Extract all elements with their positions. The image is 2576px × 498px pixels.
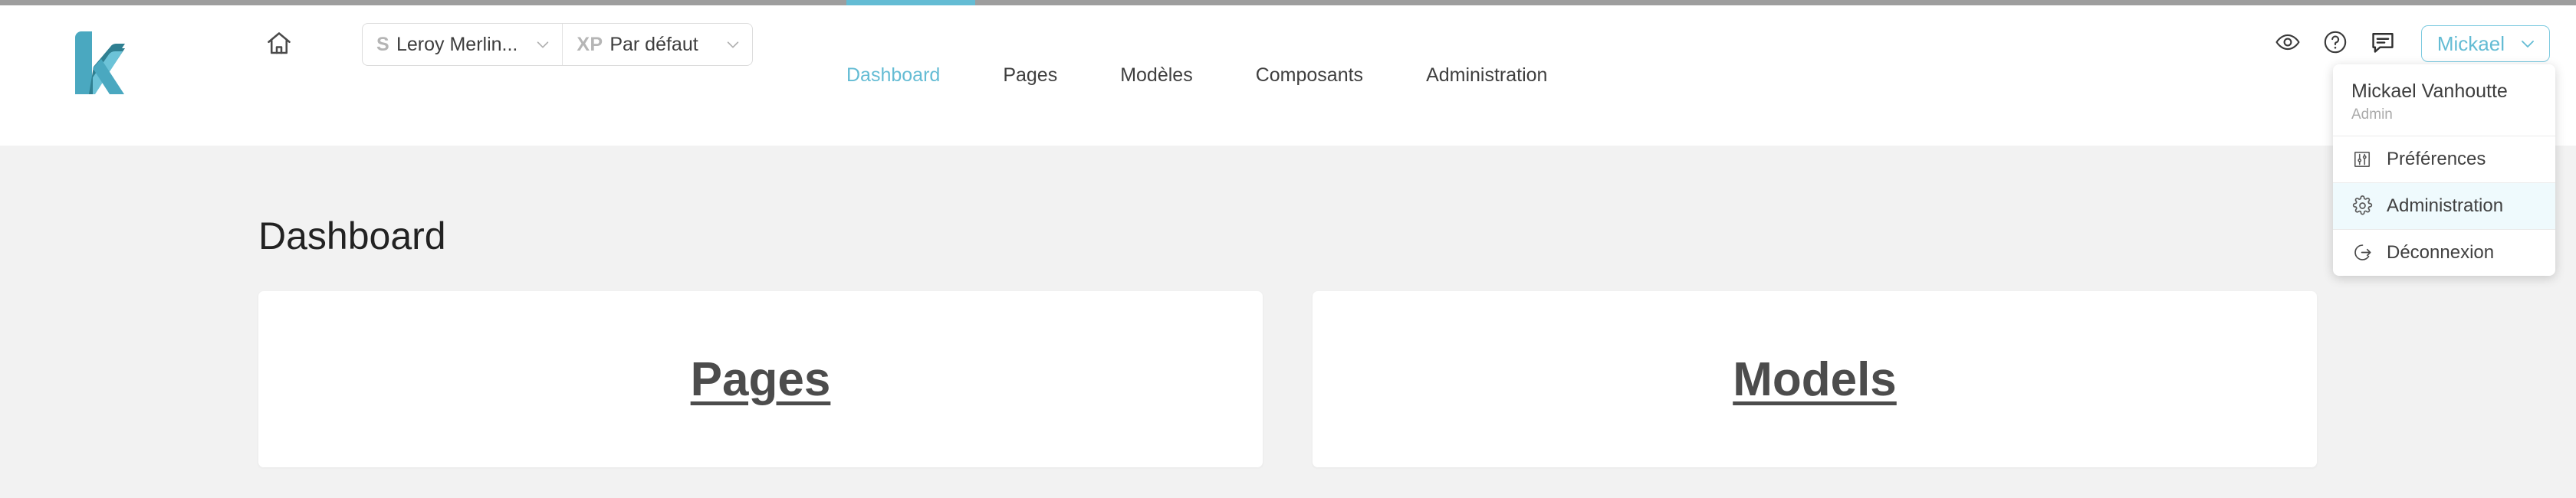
user-menu-header: Mickael Vanhoutte Admin <box>2333 64 2555 136</box>
experience-selector-label: Par défaut <box>610 33 698 55</box>
site-selector[interactable]: S Leroy Merlin... <box>363 24 562 65</box>
user-menu-button-label: Mickael <box>2436 31 2505 55</box>
main-content: Dashboard Pages Models <box>0 146 2576 498</box>
card-models-link[interactable]: Models <box>1733 352 1897 407</box>
user-role: Admin <box>2351 106 2393 123</box>
help-circle-icon <box>2322 29 2348 59</box>
logout-icon <box>2351 242 2373 264</box>
active-tab-indicator <box>846 0 975 5</box>
chevron-down-icon <box>534 36 551 53</box>
preview-button[interactable] <box>2268 24 2308 64</box>
card-models[interactable]: Models <box>1313 291 2317 467</box>
header-actions: Mickael <box>2268 22 2550 65</box>
home-button[interactable] <box>261 27 297 64</box>
sliders-icon <box>2351 149 2373 170</box>
card-pages[interactable]: Pages <box>258 291 1263 467</box>
site-selector-label: Leroy Merlin... <box>396 33 518 55</box>
page-title: Dashboard <box>258 215 446 257</box>
user-menu-dropdown: Mickael Vanhoutte Admin Préférences Admi… <box>2333 64 2555 276</box>
experience-selector-badge: XP <box>577 33 603 55</box>
comment-icon <box>2370 29 2396 59</box>
nav-item-dashboard[interactable]: Dashboard <box>846 64 940 87</box>
app-logo[interactable] <box>67 30 126 94</box>
site-selector-badge: S <box>376 33 389 55</box>
menu-item-label: Préférences <box>2387 148 2486 169</box>
comments-button[interactable] <box>2363 24 2403 64</box>
context-selectors: S Leroy Merlin... XP Par défaut <box>362 23 753 66</box>
menu-item-logout[interactable]: Déconnexion <box>2333 230 2555 276</box>
nav-item-modeles[interactable]: Modèles <box>1120 64 1193 87</box>
nav-item-administration[interactable]: Administration <box>1426 64 1547 87</box>
card-pages-link[interactable]: Pages <box>691 352 831 407</box>
main-navigation: Dashboard Pages Modèles Composants Admin… <box>846 5 1610 146</box>
dashboard-cards: Pages Models <box>258 291 2317 467</box>
browser-top-strip <box>0 0 2576 5</box>
home-icon <box>265 30 293 61</box>
nav-item-pages[interactable]: Pages <box>1003 64 1057 87</box>
help-button[interactable] <box>2315 24 2355 64</box>
chevron-down-icon <box>724 36 741 53</box>
menu-item-administration[interactable]: Administration <box>2333 182 2555 229</box>
gear-icon <box>2351 195 2373 217</box>
eye-icon <box>2275 29 2301 59</box>
chevron-down-icon <box>2518 34 2537 53</box>
menu-item-label: Déconnexion <box>2387 241 2495 263</box>
app-header: S Leroy Merlin... XP Par défaut Dashboar… <box>0 0 2576 146</box>
experience-selector[interactable]: XP Par défaut <box>562 24 751 65</box>
user-full-name: Mickael Vanhoutte <box>2351 80 2508 102</box>
menu-item-label: Administration <box>2387 195 2504 216</box>
menu-item-preferences[interactable]: Préférences <box>2333 136 2555 182</box>
user-menu-button[interactable]: Mickael <box>2420 25 2550 62</box>
nav-item-composants[interactable]: Composants <box>1256 64 1363 87</box>
